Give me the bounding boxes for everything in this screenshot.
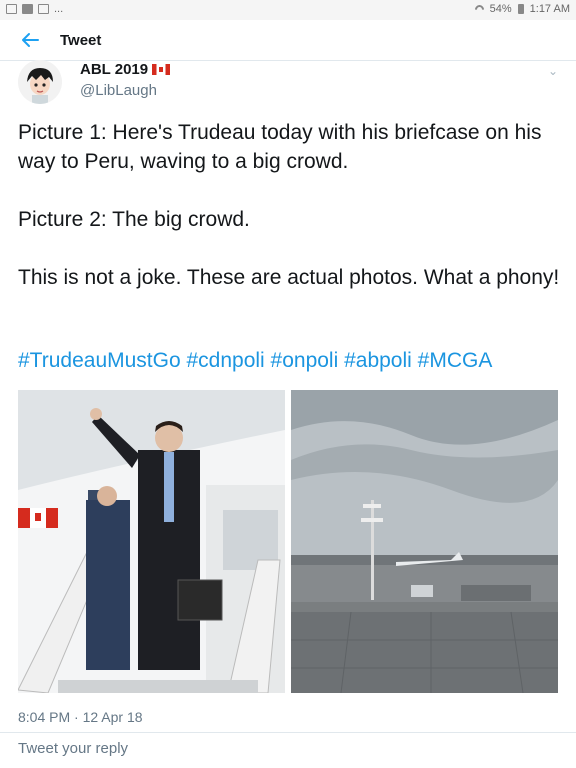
battery-percent: 54% <box>489 3 512 15</box>
clock: 1:17 AM <box>529 3 570 15</box>
tweet-photo-1[interactable] <box>18 390 285 693</box>
tweet-photo-2[interactable] <box>291 390 558 693</box>
notification-icons: ... <box>6 3 63 15</box>
tweet-body: Picture 1: Here's Trudeau today with his… <box>18 118 563 292</box>
more-notifications: ... <box>54 3 64 15</box>
tweet-paragraph: This is not a joke. These are actual pho… <box>18 266 560 289</box>
message-icon <box>38 4 49 14</box>
author-name-text: ABL 2019 <box>80 61 149 78</box>
wifi-icon <box>472 2 486 16</box>
divider <box>0 732 576 733</box>
hashtags[interactable]: #TrudeauMustGo #cdnpoli #onpoli #abpoli … <box>18 346 492 375</box>
avatar[interactable] <box>18 60 62 104</box>
status-right: 54% 1:17 AM <box>472 2 570 16</box>
author-name[interactable]: ABL 2019 <box>80 61 171 78</box>
facebook-icon <box>22 4 33 14</box>
tweet-timestamp: 8:04 PM · 12 Apr 18 <box>18 709 143 725</box>
avatar-image <box>18 60 62 104</box>
top-bar: Tweet <box>0 20 576 61</box>
author-handle[interactable]: @LibLaugh <box>80 82 157 99</box>
gallery-icon <box>6 4 17 14</box>
photo-empty-tarmac <box>291 390 558 693</box>
page-title: Tweet <box>60 32 102 49</box>
tweet-paragraph: Picture 2: The big crowd. <box>18 208 250 231</box>
back-arrow-icon[interactable] <box>18 28 42 52</box>
tweet-paragraph: Picture 1: Here's Trudeau today with his… <box>18 121 542 173</box>
battery-icon <box>517 4 524 14</box>
status-bar: ... 54% 1:17 AM <box>0 0 576 20</box>
reply-input[interactable]: Tweet your reply <box>18 740 128 757</box>
chevron-down-icon[interactable]: ⌄ <box>548 64 558 78</box>
canada-flag-icon <box>152 64 171 75</box>
photo-trudeau-waving <box>18 390 285 693</box>
